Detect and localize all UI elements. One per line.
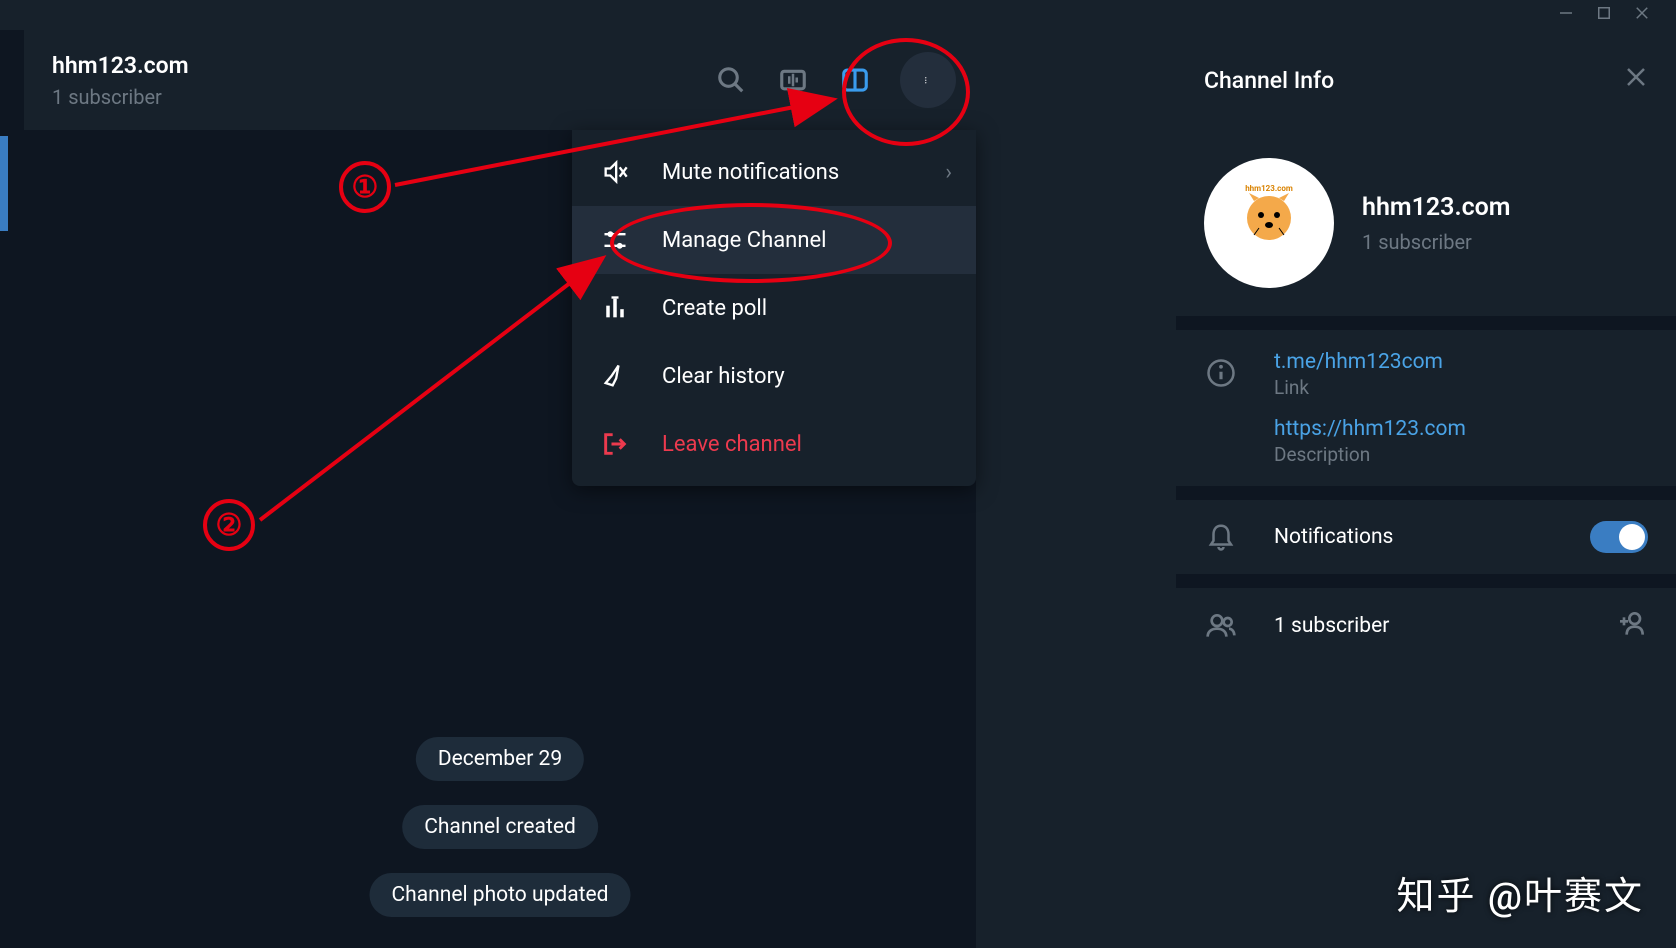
channel-info-panel: Channel Info hhm123.com hhm123.com 1 sub…: [1176, 30, 1676, 948]
notifications-label: Notifications: [1274, 525, 1554, 549]
menu-item-label: Create poll: [662, 296, 767, 321]
close-panel-button[interactable]: [1624, 65, 1648, 95]
service-message-created: Channel created: [402, 805, 598, 849]
info-icon: [1204, 356, 1238, 390]
maximize-icon[interactable]: [1595, 4, 1613, 26]
menu-item-label: Mute notifications: [662, 160, 839, 185]
description-label: Description: [1274, 443, 1648, 466]
separator: [1176, 574, 1676, 588]
more-options-menu: Mute notifications › Manage Channel Crea…: [572, 130, 976, 486]
window-titlebar: [0, 0, 1676, 30]
info-row-subscribers[interactable]: 1 subscriber: [1176, 588, 1676, 664]
service-message-photo: Channel photo updated: [370, 873, 631, 917]
chat-header: hhm123.com 1 subscriber: [24, 30, 976, 130]
sidepanel-button[interactable]: [838, 63, 872, 97]
add-member-button[interactable]: [1616, 608, 1648, 644]
info-content: Notifications: [1274, 525, 1554, 549]
mute-icon: [600, 157, 630, 187]
info-content: t.me/hhm123com Link https://hhm123.com D…: [1274, 350, 1648, 466]
link-label: Link: [1274, 376, 1648, 399]
broom-icon: [600, 361, 630, 391]
menu-clear-history[interactable]: Clear history: [572, 342, 976, 410]
date-separator: December 29: [416, 737, 584, 781]
chat-subscribers: 1 subscriber: [52, 85, 714, 109]
more-options-button[interactable]: [900, 52, 956, 108]
menu-manage-channel[interactable]: Manage Channel: [572, 206, 976, 274]
subscribers-count: 1 subscriber: [1274, 614, 1580, 638]
search-button[interactable]: [714, 63, 748, 97]
channel-info-text: hhm123.com 1 subscriber: [1362, 193, 1510, 254]
minimize-icon[interactable]: [1557, 4, 1575, 26]
channel-link: t.me/hhm123com: [1274, 350, 1648, 374]
menu-item-label: Manage Channel: [662, 228, 826, 253]
active-chat-indicator: [0, 136, 8, 231]
channel-avatar: hhm123.com: [1204, 158, 1334, 288]
menu-create-poll[interactable]: Create poll: [572, 274, 976, 342]
close-icon[interactable]: [1633, 4, 1651, 26]
leave-icon: [600, 429, 630, 459]
annotation-number-1: ①: [339, 161, 391, 213]
annotation-number-2: ②: [203, 499, 255, 551]
separator: [1176, 486, 1676, 500]
channel-profile[interactable]: hhm123.com hhm123.com 1 subscriber: [1176, 130, 1676, 316]
info-content: 1 subscriber: [1274, 614, 1580, 638]
notifications-toggle[interactable]: [1590, 521, 1648, 553]
chat-title-block[interactable]: hhm123.com 1 subscriber: [52, 52, 714, 109]
people-icon: [1204, 609, 1238, 643]
channel-subscribers: 1 subscriber: [1362, 230, 1510, 254]
channel-name: hhm123.com: [1362, 193, 1510, 222]
info-row-link[interactable]: t.me/hhm123com Link https://hhm123.com D…: [1176, 330, 1676, 486]
menu-item-label: Leave channel: [662, 432, 802, 457]
menu-item-label: Clear history: [662, 364, 785, 389]
channel-description: https://hhm123.com: [1274, 417, 1648, 441]
separator: [1176, 316, 1676, 330]
menu-mute-notifications[interactable]: Mute notifications ›: [572, 138, 976, 206]
poll-icon: [600, 293, 630, 323]
stream-button[interactable]: [776, 63, 810, 97]
info-row-notifications[interactable]: Notifications: [1176, 500, 1676, 574]
menu-leave-channel[interactable]: Leave channel: [572, 410, 976, 478]
watermark: 知乎 @叶赛文: [1396, 865, 1644, 920]
chat-title: hhm123.com: [52, 52, 714, 79]
chevron-right-icon: ›: [945, 160, 952, 185]
panel-header: Channel Info: [1176, 30, 1676, 130]
svg-text:hhm123.com: hhm123.com: [1245, 184, 1293, 193]
panel-title: Channel Info: [1204, 67, 1624, 94]
bell-icon: [1204, 520, 1238, 554]
header-actions: [714, 52, 956, 108]
chat-list-rail: [0, 30, 24, 948]
settings-sliders-icon: [600, 225, 630, 255]
